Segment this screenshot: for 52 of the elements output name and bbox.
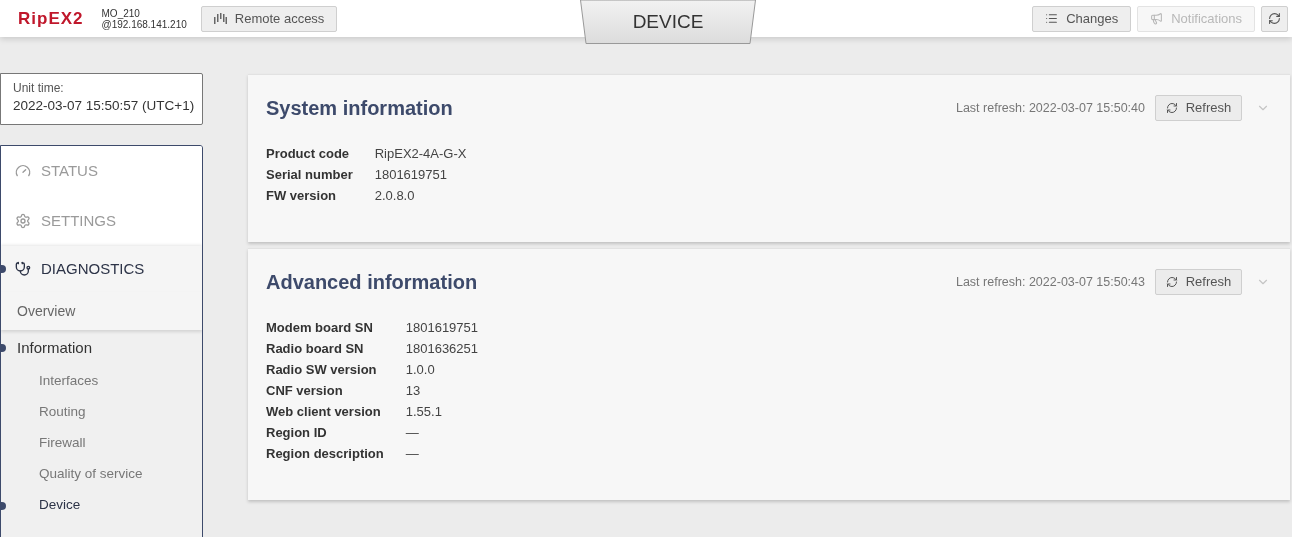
field-value: RipEX2-4A-G-X [374,145,468,163]
field-label: Product code [266,145,351,163]
nav-subitem[interactable]: Routing [1,397,202,428]
field-label: Serial number [266,166,353,184]
field-label: Radio board SN [266,340,365,358]
field-value: 1801636251 [405,340,480,358]
nav-subitem[interactable]: Firewall [1,428,202,459]
refresh-icon [1165,102,1178,114]
unit-time-value: 2022-03-07 15:50:57 (UTC+1) [13,97,196,115]
field-value: 1.0.0 [405,361,436,379]
megaphone-icon [1150,12,1164,25]
card-title: Advanced information [266,270,478,295]
nav-section[interactable]: STATUS [1,146,202,196]
nav-item[interactable]: Information [1,330,202,366]
reload-button[interactable] [1261,5,1288,32]
field-label: Region ID [266,424,328,442]
field-label: FW version [266,187,338,205]
nav-section[interactable]: SETTINGS [1,196,202,246]
field-value: 1801619751 [405,319,480,337]
field-label: Modem board SN [266,319,374,337]
field-value: 13 [405,382,422,400]
nav-section[interactable]: DIAGNOSTICS [1,246,202,292]
field-value: 2.0.8.0 [374,187,416,205]
remote-access-button[interactable]: Remote access [200,5,338,32]
field-label: Web client version [266,403,382,421]
reload-icon [1268,12,1281,25]
nav-subitem[interactable]: Quality of service [1,459,202,490]
logo: RipEX2 [18,7,84,30]
field-value: — [405,445,420,463]
field-value: — [405,424,420,442]
list-icon [1045,12,1059,25]
gauge-icon [15,163,31,179]
refresh-button[interactable]: Refresh [1155,95,1242,121]
field-label: Region description [266,445,384,463]
nav-subitem[interactable]: Interfaces [1,366,202,397]
stethoscope-icon [15,261,31,277]
refresh-button[interactable]: Refresh [1155,269,1242,295]
unit-time-label: Unit time: [13,81,65,96]
field-label: CNF version [266,382,344,400]
signal-icon [213,13,227,24]
last-refresh-text: Last refresh: 2022-03-07 15:50:43 [955,273,1145,291]
card-title: System information [266,96,453,121]
last-refresh-text: Last refresh: 2022-03-07 15:50:40 [955,99,1145,117]
field-value: 1801619751 [374,166,448,184]
device-name: MO_210 [101,7,141,19]
field-label: Radio SW version [266,361,378,379]
nav-subitem[interactable]: Device [1,490,202,521]
nav-item[interactable]: Overview [1,292,202,330]
changes-button[interactable]: Changes [1032,5,1132,32]
device-address: @192.168.141.210 [101,18,187,30]
refresh-icon [1165,276,1178,288]
field-value: 1.55.1 [405,403,443,421]
